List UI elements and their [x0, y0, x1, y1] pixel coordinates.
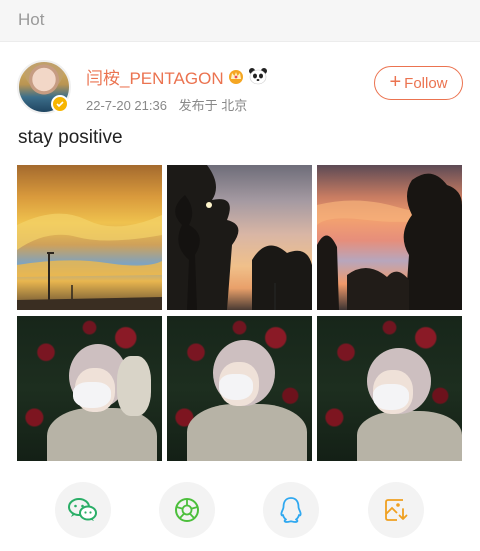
photo-sunset-tree-silhouette[interactable] [167, 165, 312, 310]
face-mask [73, 382, 111, 408]
face-mask [219, 374, 253, 400]
share-moments-button[interactable] [159, 482, 215, 538]
follow-button[interactable]: + Follow [374, 66, 463, 100]
moments-icon [175, 498, 199, 522]
photo-portrait-roses-2[interactable] [167, 316, 312, 461]
raised-arm [117, 356, 151, 416]
photo-portrait-roses-1[interactable] [17, 316, 162, 461]
photo-sunset-trees-pink-sky[interactable] [317, 165, 462, 310]
follow-label: Follow [404, 74, 448, 92]
panda-icon[interactable] [248, 67, 268, 85]
share-save-image-button[interactable] [368, 482, 424, 538]
person-body [47, 408, 157, 461]
share-wechat-button[interactable] [55, 482, 111, 538]
plus-icon: + [389, 71, 402, 93]
verified-badge-icon [51, 95, 69, 113]
share-qq-button[interactable] [263, 482, 319, 538]
username-row: 闫桉_PENTAGON [86, 64, 268, 88]
save-image-icon [385, 499, 408, 521]
post-location: 发布于 北京 [178, 98, 248, 113]
photo-grid [17, 165, 463, 461]
post-date: 22-7-20 21:36 [86, 98, 167, 113]
post-text: stay positive [18, 127, 123, 148]
person-body [357, 411, 462, 461]
username[interactable]: 闫桉_PENTAGON [86, 64, 224, 89]
share-row [0, 482, 480, 538]
wechat-icon [68, 498, 97, 521]
qq-icon [280, 497, 302, 523]
post-meta: 22-7-20 21:36 发布于 北京 [86, 95, 247, 114]
person-body [187, 404, 307, 461]
photo-sunset-sky-streetlamp[interactable] [17, 165, 162, 310]
face-mask [373, 384, 409, 410]
section-title: Hot [18, 10, 45, 29]
vip-crown-icon[interactable] [227, 67, 245, 85]
section-header: Hot [0, 0, 480, 42]
photo-portrait-roses-3[interactable] [317, 316, 462, 461]
